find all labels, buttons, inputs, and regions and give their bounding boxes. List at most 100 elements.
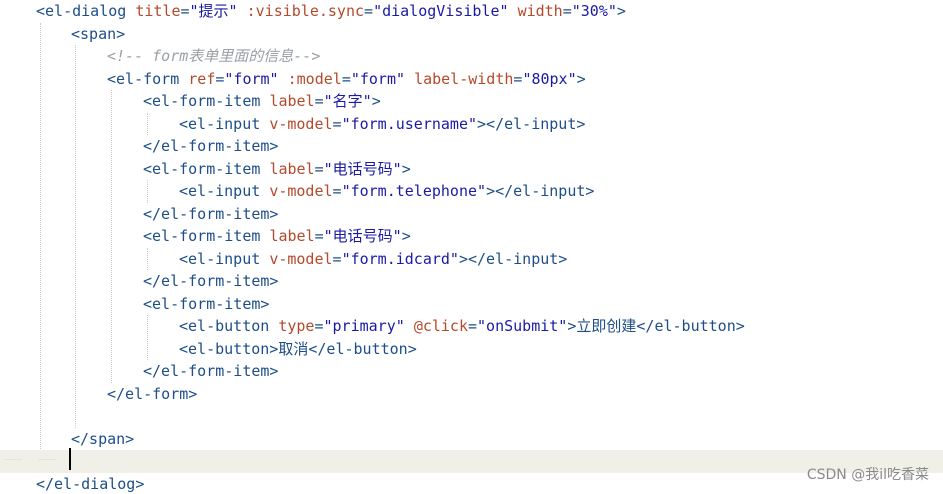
code-line[interactable]: </span>: [0, 428, 943, 451]
code-token: "primary": [323, 317, 405, 335]
code-token: :model: [287, 69, 342, 88]
code-token: ref: [188, 69, 216, 88]
current-line[interactable]: [0, 450, 943, 473]
code-token: v-model: [269, 249, 333, 268]
code-token: 取消: [278, 339, 309, 358]
code-line[interactable]: </el-form-item>: [0, 203, 943, 226]
code-line[interactable]: [0, 405, 943, 428]
code-token: width: [517, 2, 563, 20]
code-line-text: <el-form-item label="电话号码">: [143, 158, 411, 181]
code-line[interactable]: <el-input v-model="form.username"></el-i…: [0, 113, 943, 136]
whitespace-marker: [38, 459, 56, 460]
code-token: label: [269, 159, 315, 178]
text-caret: [69, 448, 71, 470]
code-token: </el-form-item>: [143, 272, 279, 290]
code-token: <!-- form表单里面的信息-->: [107, 47, 321, 65]
code-token: =: [332, 249, 342, 268]
code-line[interactable]: <el-form ref="form" :model="form" label-…: [0, 68, 943, 91]
code-token: <el-form: [107, 69, 189, 88]
code-token: "名字": [323, 92, 372, 110]
code-token: =: [332, 182, 342, 200]
code-line-text: <el-dialog title="提示" :visible.sync="dia…: [36, 0, 626, 23]
code-token: </el-form-item>: [143, 362, 279, 380]
code-token: >: [401, 227, 411, 245]
code-line[interactable]: <el-form-item label="电话号码">: [0, 158, 943, 181]
code-line[interactable]: <span>: [0, 23, 943, 46]
code-token: "80px": [522, 69, 577, 88]
code-token: >: [371, 92, 381, 110]
code-line[interactable]: </el-form-item>: [0, 360, 943, 383]
code-token: <span>: [71, 24, 126, 43]
code-token: "提示": [189, 2, 238, 20]
code-token: "dialogVisible": [373, 2, 509, 20]
code-line-text: <el-form-item label="名字">: [143, 90, 381, 113]
code-line-text: <el-form-item label="电话号码">: [143, 225, 411, 248]
code-line[interactable]: <el-form-item>: [0, 293, 943, 316]
code-token: "30%": [571, 2, 617, 20]
code-token: label-width: [414, 69, 514, 88]
code-token: =: [562, 2, 572, 20]
code-token: </el-form>: [107, 384, 198, 403]
code-token: >: [616, 2, 626, 20]
code-line-text: <!-- form表单里面的信息-->: [107, 45, 320, 68]
code-token: <el-input: [179, 114, 270, 133]
code-token: <el-form-item: [143, 159, 270, 178]
code-token: :visible.sync: [246, 2, 365, 20]
code-token: >: [401, 159, 411, 178]
code-token: ></el-input>: [477, 114, 586, 133]
code-line[interactable]: <el-button>取消</el-button>: [0, 338, 943, 361]
code-token: ></el-input>: [486, 182, 595, 200]
code-line[interactable]: <!-- form表单里面的信息-->: [0, 45, 943, 68]
whitespace-marker: [4, 459, 22, 460]
code-token: >: [576, 69, 586, 88]
code-line[interactable]: </el-form-item>: [0, 270, 943, 293]
code-token: <el-dialog: [36, 2, 136, 20]
code-token: @click: [413, 317, 468, 335]
code-line[interactable]: <el-form-item label="电话号码">: [0, 225, 943, 248]
code-line[interactable]: <el-button type="primary" @click="onSubm…: [0, 315, 943, 338]
code-token: <el-input: [179, 249, 270, 268]
code-token: </el-form-item>: [143, 204, 279, 223]
code-token: "电话号码": [323, 227, 402, 245]
code-line-text: </span>: [71, 428, 134, 451]
code-editor[interactable]: <el-dialog title="提示" :visible.sync="dia…: [0, 0, 943, 494]
code-token: v-model: [269, 114, 333, 133]
code-token: =: [314, 317, 324, 335]
watermark: CSDN @我il吃香菜: [806, 467, 929, 483]
code-line[interactable]: <el-dialog title="提示" :visible.sync="dia…: [0, 0, 943, 23]
code-line-text: <el-input v-model="form.username"></el-i…: [179, 113, 585, 136]
code-line-text: </el-form-item>: [143, 203, 278, 226]
code-token: =: [332, 114, 342, 133]
code-token: <el-button: [179, 317, 279, 335]
code-token: "form": [224, 69, 279, 88]
code-token: "form": [350, 69, 406, 88]
code-line[interactable]: <el-form-item label="名字">: [0, 90, 943, 113]
code-token: <el-button>: [179, 339, 279, 358]
code-line-text: <span>: [71, 23, 125, 46]
code-token: </el-button>: [308, 339, 417, 358]
code-token: =: [314, 159, 324, 178]
code-token: <el-form-item>: [143, 294, 270, 313]
code-token: 立即创建: [576, 317, 637, 335]
code-token: =: [468, 317, 478, 335]
code-line-text: </el-dialog>: [36, 473, 144, 494]
code-token: <el-form-item: [143, 92, 270, 110]
code-line[interactable]: <el-input v-model="form.telephone"></el-…: [0, 180, 943, 203]
code-token: <el-form-item: [143, 227, 270, 245]
code-token: =: [314, 92, 324, 110]
code-line[interactable]: </el-dialog>: [0, 473, 943, 494]
code-token: </span>: [71, 429, 135, 448]
code-line[interactable]: </el-form>: [0, 383, 943, 406]
code-token: </el-form-item>: [143, 137, 279, 155]
code-token: "form.username": [341, 114, 478, 133]
code-token: "form.telephone": [341, 182, 487, 200]
code-token: "onSubmit": [477, 317, 568, 335]
code-line[interactable]: </el-form-item>: [0, 135, 943, 158]
code-line[interactable]: <el-input v-model="form.idcard"></el-inp…: [0, 248, 943, 271]
code-line-text: <el-form-item>: [143, 293, 269, 316]
code-token: ></el-input>: [458, 249, 568, 268]
code-token: "电话号码": [323, 159, 402, 178]
